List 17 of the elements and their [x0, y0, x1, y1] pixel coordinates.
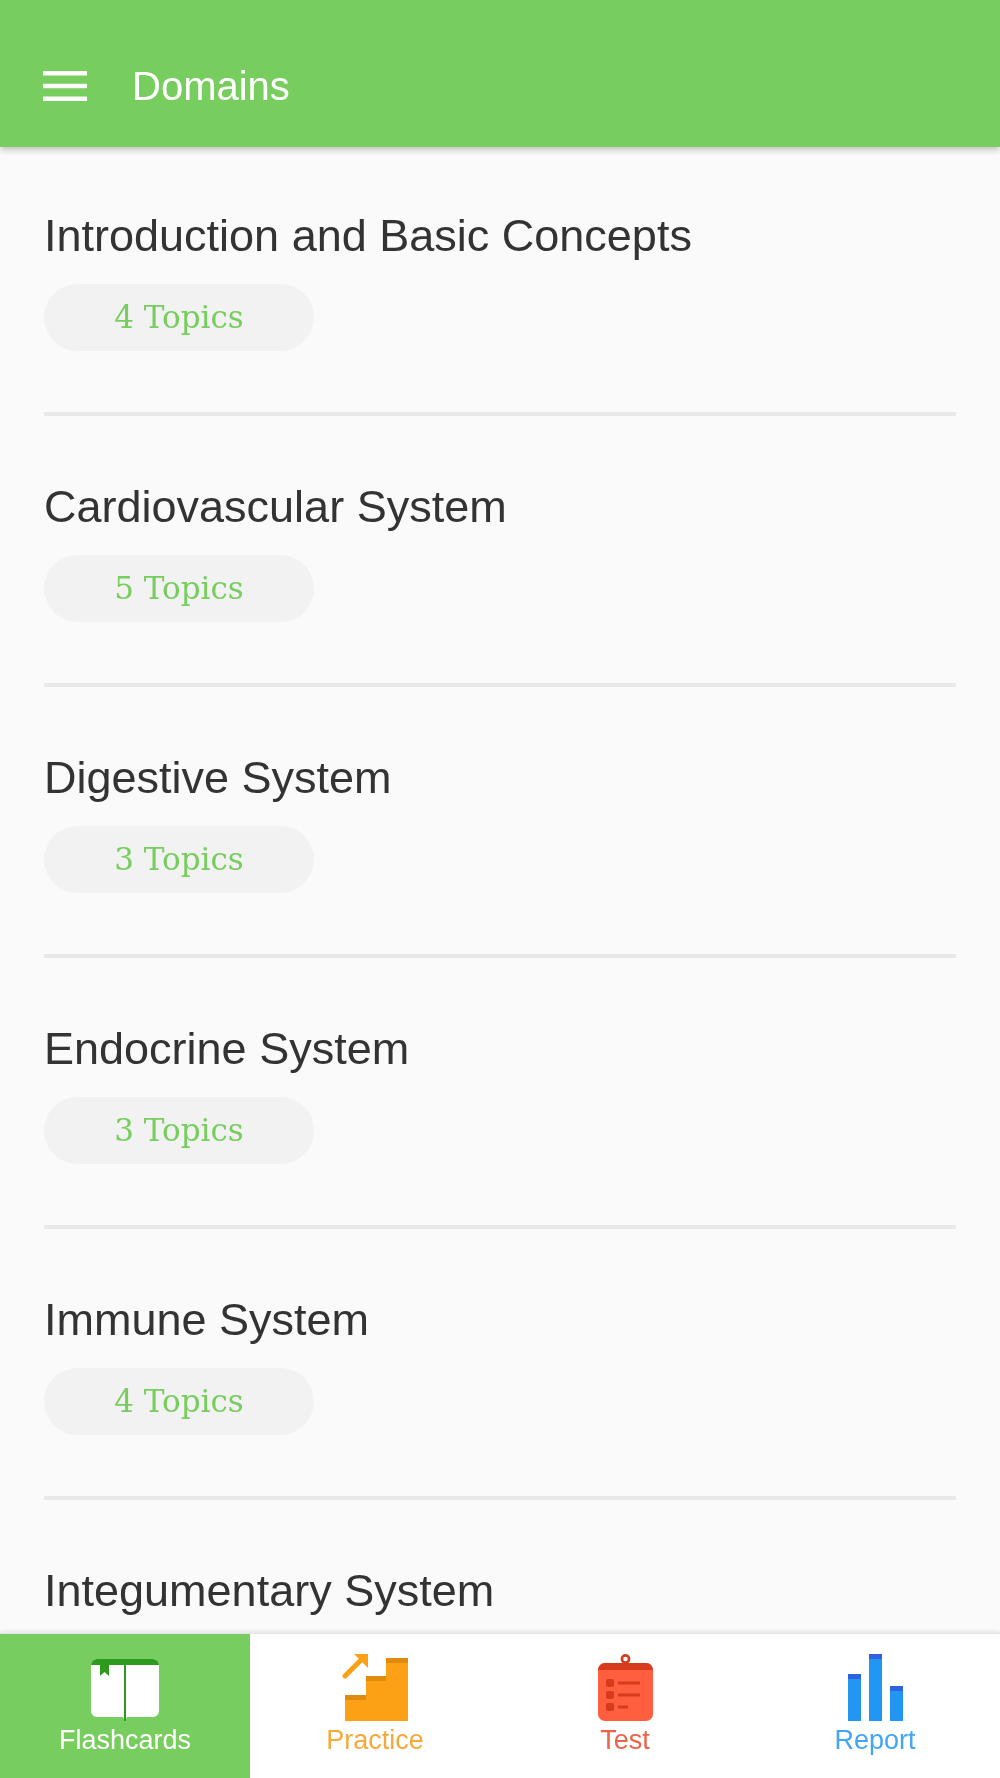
- topics-count-badge: 3 Topics: [44, 1097, 314, 1164]
- topics-count-badge: 4 Topics: [44, 284, 314, 351]
- bar-chart-icon: [847, 1654, 903, 1721]
- domain-title[interactable]: Integumentary System: [44, 1564, 495, 1617]
- domain-title[interactable]: Endocrine System: [44, 1022, 410, 1075]
- domain-title[interactable]: Introduction and Basic Concepts: [44, 209, 692, 262]
- menu-icon[interactable]: [43, 71, 87, 101]
- domain-title[interactable]: Immune System: [44, 1293, 370, 1346]
- domain-title[interactable]: Cardiovascular System: [44, 480, 507, 533]
- topics-count-badge: 3 Topics: [44, 826, 314, 893]
- stairs-icon: [342, 1653, 408, 1721]
- app-bar-title: Domains: [132, 63, 290, 110]
- topics-count-badge: 4 Topics: [44, 1368, 314, 1435]
- topics-count-badge: 5 Topics: [44, 555, 314, 622]
- clipboard-icon: [597, 1654, 653, 1721]
- domain-title[interactable]: Digestive System: [44, 751, 392, 804]
- book-icon: [91, 1659, 159, 1721]
